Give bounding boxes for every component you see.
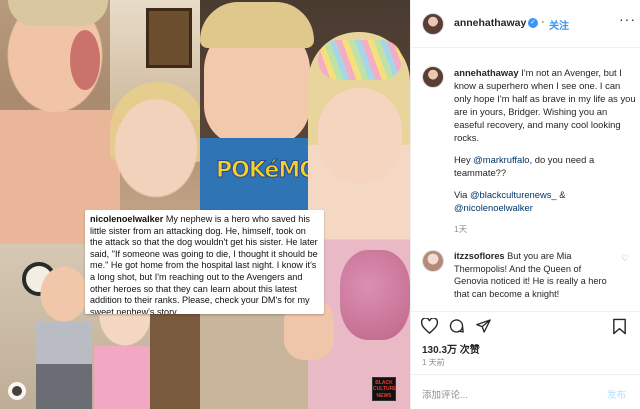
add-comment-bar: 添加评论... 发布 (411, 374, 640, 409)
heart-icon[interactable] (420, 317, 439, 339)
hair-clips (318, 40, 402, 80)
mention-link[interactable]: @blackculturenews_ (470, 189, 557, 200)
share-icon[interactable] (475, 318, 492, 339)
photo-injured-boy-with-sister (0, 0, 200, 244)
post-sidebar: annehathaway ✓ · 关注 ··· annehathaway I'm… (410, 0, 640, 409)
image-caption-author: nicolenoelwalker (90, 214, 164, 224)
likes-count[interactable]: 130.3万 次赞 (422, 341, 480, 356)
caption-text: Hey (454, 154, 474, 165)
post-comment-button[interactable]: 发布 (607, 387, 626, 401)
avatar[interactable] (422, 66, 444, 88)
wall-painting (146, 8, 192, 68)
more-options-icon[interactable]: ··· (619, 11, 636, 27)
black-culture-news-logo: BLACK CULTURE NEWS (372, 377, 397, 401)
comment-username[interactable]: itzzsoflores (454, 251, 505, 261)
caption-username[interactable]: annehathaway (454, 67, 519, 78)
verified-badge-icon: ✓ (528, 18, 538, 28)
header-username[interactable]: annehathaway (454, 17, 526, 29)
mention-link[interactable]: @markruffalo (473, 154, 529, 165)
comments-section[interactable]: annehathaway I'm not an Avenger, but I k… (411, 48, 640, 311)
bookmark-icon[interactable] (612, 318, 627, 340)
image-caption-box: nicolenoelwalker My nephew is a hero who… (85, 210, 324, 314)
mention-link[interactable]: @nicolenoelwalker (454, 202, 533, 213)
tagged-user-icon[interactable] (8, 382, 26, 400)
shirt-logo-text: POKéMO (215, 158, 318, 184)
unicorn-shirt-print (340, 250, 410, 340)
post-caption: annehathaway I'm not an Avenger, but I k… (454, 66, 638, 214)
comment-item: itzzsoflores But you are Mia Thermopolis… (454, 250, 614, 300)
comment-icon[interactable] (448, 318, 465, 339)
post-timestamp: 1 天前 (422, 358, 445, 367)
photo-boy-pokemon-shirt-with-sister: POKéMO (200, 0, 410, 409)
avatar[interactable] (422, 13, 444, 35)
post-header: annehathaway ✓ · 关注 ··· (411, 0, 640, 48)
caption-text: & (556, 189, 566, 200)
caption-timestamp: 1天 (454, 224, 468, 234)
caption-text: I'm not an Avenger, but I know a superhe… (454, 67, 636, 143)
heart-icon[interactable]: ♡ (621, 253, 629, 264)
caption-text: Via (454, 189, 470, 200)
avatar[interactable] (422, 250, 444, 272)
image-caption-text: My nephew is a hero who saved his little… (90, 214, 318, 314)
action-bar: 130.3万 次赞 1 天前 添加评论... 发布 (411, 311, 640, 409)
comment-input[interactable]: 添加评论... (422, 387, 468, 401)
follow-button[interactable]: 关注 (549, 17, 569, 32)
post-image[interactable]: POKéMO nicolenoelwalker My nephew is a h… (0, 0, 410, 409)
